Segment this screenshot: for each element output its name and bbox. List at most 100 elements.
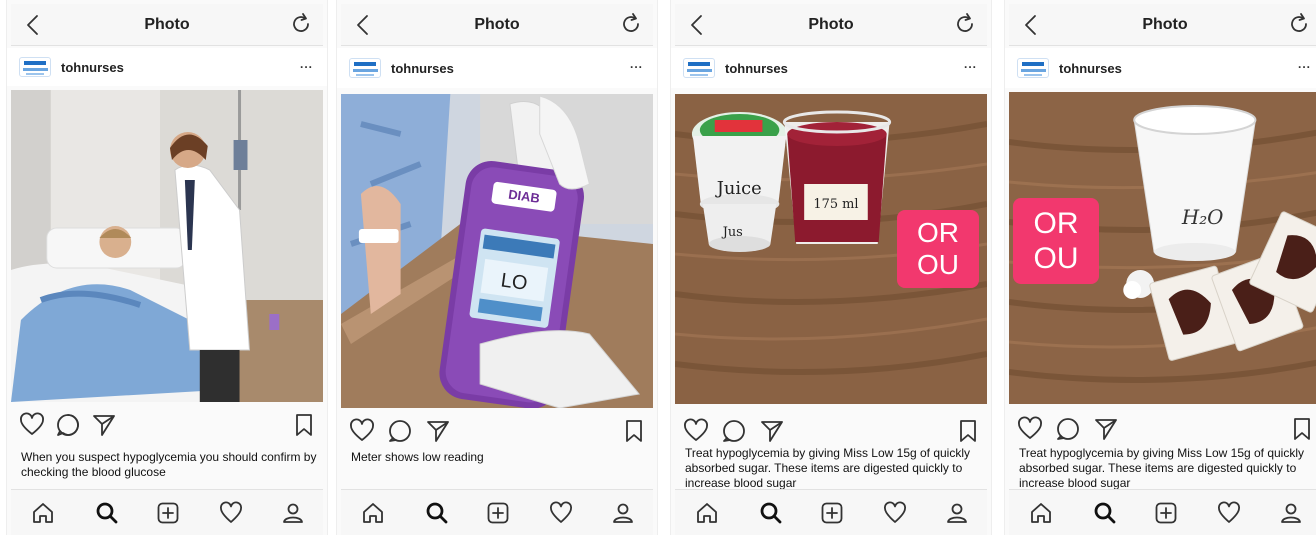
heart-icon[interactable] — [683, 418, 709, 444]
activity-heart-icon[interactable] — [219, 501, 243, 525]
refresh-icon[interactable] — [289, 12, 313, 36]
post-photo: Juice Jus 175 ml OR OU — [675, 94, 987, 404]
refresh-icon[interactable] — [1287, 12, 1311, 36]
home-icon[interactable] — [1029, 501, 1053, 525]
sticker-line-1: OR — [917, 217, 959, 248]
refresh-icon[interactable] — [619, 12, 643, 36]
post-header: tohnurses ... — [671, 48, 991, 88]
comment-icon[interactable] — [55, 412, 81, 438]
activity-heart-icon[interactable] — [549, 501, 573, 525]
meter-reading: LO — [499, 269, 528, 295]
post-header: tohnurses ... — [7, 48, 327, 86]
post-actions — [19, 412, 315, 442]
stage: Photo tohnurses ... When you suspect hyp… — [0, 0, 1316, 535]
post-caption: Treat hypoglycemia by giving Miss Low 15… — [685, 446, 971, 490]
top-bar: Photo — [11, 4, 323, 46]
profile-icon[interactable] — [281, 501, 305, 525]
add-icon[interactable] — [486, 501, 510, 525]
page-title: Photo — [808, 15, 854, 33]
top-bar: Photo — [341, 4, 653, 46]
more-options-icon[interactable]: ... — [964, 57, 977, 71]
post-header: tohnurses ... — [1005, 48, 1316, 88]
post-actions — [683, 418, 979, 448]
post-caption: When you suspect hypoglycemia you should… — [21, 450, 317, 479]
cup-label-water: H₂O — [1181, 206, 1224, 229]
cup-label-jus: Jus — [721, 225, 743, 240]
bookmark-icon[interactable] — [293, 412, 315, 438]
username[interactable]: tohnurses — [1059, 61, 1122, 76]
refresh-icon[interactable] — [953, 12, 977, 36]
activity-heart-icon[interactable] — [883, 501, 907, 525]
add-icon[interactable] — [1154, 501, 1178, 525]
send-icon[interactable] — [91, 412, 117, 438]
comment-icon[interactable] — [387, 418, 413, 444]
search-icon[interactable] — [95, 501, 119, 525]
bottom-nav — [11, 489, 323, 535]
top-bar: Photo — [675, 4, 987, 46]
profile-icon[interactable] — [611, 501, 635, 525]
chevron-left-icon[interactable] — [21, 12, 47, 38]
send-icon[interactable] — [425, 418, 451, 444]
page-title: Photo — [1142, 15, 1188, 33]
send-icon[interactable] — [1093, 416, 1119, 442]
comment-icon[interactable] — [721, 418, 747, 444]
post-actions — [349, 418, 645, 448]
add-icon[interactable] — [156, 501, 180, 525]
or-ou-sticker: OR OU — [897, 210, 979, 288]
cup-label-juice: Juice — [715, 178, 762, 199]
username[interactable]: tohnurses — [61, 60, 124, 75]
more-options-icon[interactable]: ... — [300, 57, 313, 71]
sticker-line-2: OU — [917, 249, 959, 280]
more-options-icon[interactable]: ... — [1298, 57, 1311, 71]
avatar[interactable] — [19, 57, 51, 77]
send-icon[interactable] — [759, 418, 785, 444]
avatar[interactable] — [349, 58, 381, 78]
sticker-line-2: OU — [1033, 242, 1079, 275]
cup-label-volume: 175 ml — [813, 197, 858, 212]
profile-icon[interactable] — [1279, 501, 1303, 525]
chevron-left-icon[interactable] — [1019, 12, 1045, 38]
bottom-nav — [1009, 489, 1316, 535]
add-icon[interactable] — [820, 501, 844, 525]
bookmark-icon[interactable] — [957, 418, 979, 444]
username[interactable]: tohnurses — [725, 61, 788, 76]
bottom-nav — [341, 489, 653, 535]
page-title: Photo — [474, 15, 520, 33]
home-icon[interactable] — [31, 501, 55, 525]
phone-screen-3: Photo tohnurses ... Juice Jus 175 ml OR … — [670, 0, 992, 535]
avatar[interactable] — [683, 58, 715, 78]
heart-icon[interactable] — [1017, 416, 1043, 442]
more-options-icon[interactable]: ... — [630, 57, 643, 71]
post-photo: DIAB LO — [341, 94, 653, 408]
phone-screen-1: Photo tohnurses ... When you suspect hyp… — [6, 0, 328, 535]
avatar[interactable] — [1017, 58, 1049, 78]
search-icon[interactable] — [759, 501, 783, 525]
home-icon[interactable] — [361, 501, 385, 525]
chevron-left-icon[interactable] — [351, 12, 377, 38]
post-header: tohnurses ... — [337, 48, 657, 88]
post-photo — [11, 90, 323, 402]
chevron-left-icon[interactable] — [685, 12, 711, 38]
bottom-nav — [675, 489, 987, 535]
profile-icon[interactable] — [945, 501, 969, 525]
username[interactable]: tohnurses — [391, 61, 454, 76]
post-caption: Treat hypoglycemia by giving Miss Low 15… — [1019, 446, 1305, 490]
post-photo: H₂O OR OU — [1009, 92, 1316, 404]
search-icon[interactable] — [1093, 501, 1117, 525]
activity-heart-icon[interactable] — [1217, 501, 1241, 525]
comment-icon[interactable] — [1055, 416, 1081, 442]
post-caption: Meter shows low reading — [351, 450, 484, 464]
search-icon[interactable] — [425, 501, 449, 525]
sticker-line-1: OR — [1033, 207, 1079, 240]
home-icon[interactable] — [695, 501, 719, 525]
top-bar: Photo — [1009, 4, 1316, 46]
page-title: Photo — [144, 15, 190, 33]
bookmark-icon[interactable] — [1291, 416, 1313, 442]
phone-screen-2: Photo tohnurses ... DIAB LO Meter shows … — [336, 0, 658, 535]
bookmark-icon[interactable] — [623, 418, 645, 444]
or-ou-sticker: OR OU — [1013, 198, 1099, 284]
heart-icon[interactable] — [19, 412, 45, 438]
heart-icon[interactable] — [349, 418, 375, 444]
phone-screen-4: Photo tohnurses ... H₂O OR OU Treat hypo… — [1004, 0, 1316, 535]
post-actions — [1017, 416, 1313, 446]
